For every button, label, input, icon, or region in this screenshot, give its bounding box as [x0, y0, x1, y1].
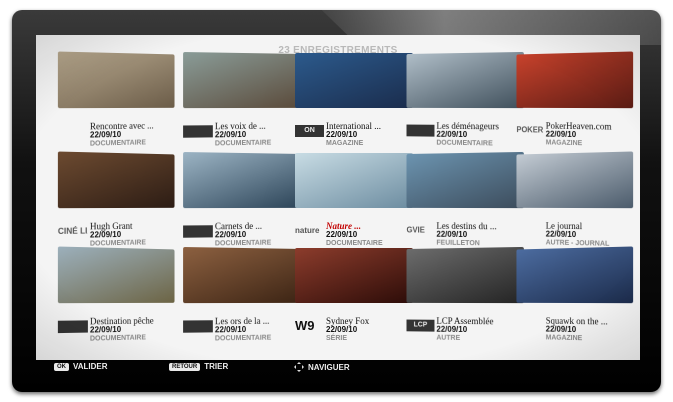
channel-logo: [407, 125, 435, 137]
recording-genre: DOCUMENTAIRE: [90, 333, 177, 344]
recording-genre: SÉRIE: [326, 334, 416, 343]
recording-item[interactable]: POKER PokerHeaven.com 22/09/10 MAGAZINE: [516, 51, 633, 152]
recordings-screen: 23 ENREGISTREMENTS Rencontre avec ... 22/…: [36, 35, 640, 360]
recording-info: Nature ... 22/09/10 DOCUMENTAIRE: [326, 222, 416, 248]
recording-thumbnail: [516, 151, 633, 208]
recording-date: 22/09/10: [326, 326, 416, 334]
trier-button[interactable]: RETOUR TRIER: [169, 362, 228, 371]
recording-item[interactable]: Les déménageurs 22/09/10 DOCUMENTAIRE: [407, 52, 524, 152]
recording-info: Hugh Grant 22/09/10 DOCUMENTAIRE: [90, 221, 177, 248]
recording-item[interactable]: Les voix de ... 22/09/10 DOCUMENTAIRE: [183, 52, 300, 152]
channel-logo: [516, 224, 543, 236]
recording-info: Carnets de ... 22/09/10 DOCUMENTAIRE: [215, 222, 303, 249]
channel-logo: POKER: [516, 124, 543, 136]
recording-info: LCP Assemblée 22/09/10 AUTRE: [436, 317, 527, 344]
dpad-icon: [294, 362, 304, 372]
recording-genre: DOCUMENTAIRE: [326, 239, 416, 248]
recording-thumbnail: [183, 152, 300, 208]
trier-label: TRIER: [204, 362, 228, 371]
recording-thumbnail: [183, 52, 300, 108]
recording-thumbnail: [58, 246, 175, 303]
channel-logo: [183, 320, 213, 332]
valider-button[interactable]: OK VALIDER: [54, 362, 108, 371]
recording-thumbnail: [407, 247, 524, 303]
recording-info: Sydney Fox 22/09/10 SÉRIE: [326, 317, 416, 343]
recording-item[interactable]: Carnets de ... 22/09/10 DOCUMENTAIRE: [183, 152, 300, 252]
recording-info: International ... 22/09/10 MAGAZINE: [326, 122, 416, 148]
recording-thumbnail: [407, 52, 524, 108]
recording-genre: DOCUMENTAIRE: [215, 333, 303, 343]
recording-info: Les ors de la ... 22/09/10 DOCUMENTAIRE: [215, 317, 303, 344]
channel-logo: [58, 125, 88, 138]
recording-item[interactable]: ON International ... 22/09/10 MAGAZINE: [295, 53, 413, 151]
naviguer-button[interactable]: NAVIGUER: [294, 362, 350, 372]
recording-genre: DOCUMENTAIRE: [90, 138, 177, 149]
recording-thumbnail: [183, 247, 300, 303]
channel-logo: ON: [295, 125, 324, 137]
recording-info: Les destins du ... 22/09/10 FEUILLETON: [436, 222, 527, 249]
recording-thumbnail: [58, 51, 175, 108]
recording-thumbnail: [295, 53, 413, 108]
recording-genre: DOCUMENTAIRE: [215, 138, 303, 148]
recording-info: Le journal 22/09/10 AUTRE - JOURNAL: [546, 222, 637, 250]
recording-genre: MAGAZINE: [546, 333, 637, 344]
recording-info: PokerHeaven.com 22/09/10 MAGAZINE: [546, 122, 637, 150]
retour-key-icon: RETOUR: [169, 363, 200, 371]
recording-thumbnail: [295, 248, 413, 303]
channel-logo: CINÉ LIÃ: [58, 225, 88, 238]
recording-thumbnail: [516, 246, 633, 303]
channel-logo: GVIE: [407, 225, 435, 237]
channel-logo: W9: [295, 320, 324, 332]
recording-thumbnail: [295, 153, 413, 208]
footer-bar: OK VALIDER RETOUR TRIER NAVIGUER: [36, 360, 640, 374]
valider-label: VALIDER: [73, 362, 108, 371]
recording-thumbnail: [407, 152, 524, 208]
recording-item[interactable]: nature Nature ... 22/09/10 DOCUMENTAIRE: [295, 153, 413, 251]
recording-genre: MAGAZINE: [546, 138, 637, 149]
naviguer-label: NAVIGUER: [308, 363, 350, 372]
recording-genre: DOCUMENTAIRE: [436, 139, 527, 149]
recording-info: Rencontre avec ... 22/09/10 DOCUMENTAIRE: [90, 121, 177, 148]
recording-item[interactable]: CINÉ LIÃ Hugh Grant 22/09/10 DOCUMENTAIRE: [58, 151, 175, 252]
channel-logo: LCP: [407, 320, 435, 332]
recording-info: Destination pêche 22/09/10 DOCUMENTAIRE: [90, 316, 177, 343]
recording-item[interactable]: W9 Sydney Fox 22/09/10 SÉRIE: [295, 248, 413, 346]
recording-item[interactable]: Destination pêche 22/09/10 DOCUMENTAIRE: [58, 246, 175, 347]
recording-item[interactable]: LCP LCP Assemblée 22/09/10 AUTRE: [407, 247, 524, 347]
recording-info: Les voix de ... 22/09/10 DOCUMENTAIRE: [215, 122, 303, 149]
channel-logo: [58, 320, 88, 333]
recording-date: 22/09/10: [326, 131, 416, 139]
recording-item[interactable]: Squawk on the ... 22/09/10 MAGAZINE: [516, 246, 633, 347]
recording-thumbnail: [58, 151, 175, 208]
recording-item[interactable]: Le journal 22/09/10 AUTRE - JOURNAL: [516, 151, 633, 252]
ok-key-icon: OK: [54, 363, 69, 371]
recording-thumbnail: [516, 51, 633, 108]
recording-item[interactable]: Rencontre avec ... 22/09/10 DOCUMENTAIRE: [58, 51, 175, 152]
recording-genre: AUTRE: [436, 334, 527, 344]
recording-date: 22/09/10: [326, 231, 416, 239]
recording-info: Squawk on the ... 22/09/10 MAGAZINE: [546, 317, 637, 345]
recording-info: Les déménageurs 22/09/10 DOCUMENTAIRE: [436, 122, 527, 149]
channel-logo: [183, 125, 213, 137]
channel-logo: [516, 319, 543, 331]
recording-item[interactable]: GVIE Les destins du ... 22/09/10 FEUILLETON: [407, 152, 524, 252]
recording-genre: MAGAZINE: [326, 139, 416, 148]
recording-item[interactable]: Les ors de la ... 22/09/10 DOCUMENTAIRE: [183, 247, 300, 347]
channel-logo: nature: [295, 225, 324, 237]
channel-logo: [183, 225, 213, 237]
